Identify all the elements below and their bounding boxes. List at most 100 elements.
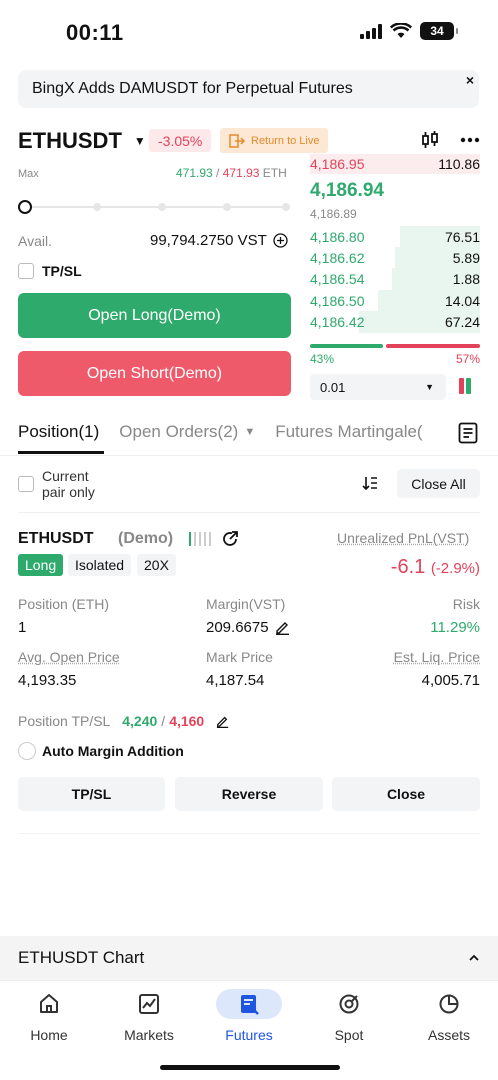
mark-price-label: Mark Price xyxy=(206,649,273,665)
divider xyxy=(18,833,480,834)
nav-assets[interactable]: Assets xyxy=(409,989,489,1043)
position-tabs: Position(1) Open Orders(2) ▼ Futures Mart… xyxy=(18,422,423,442)
edit-icon[interactable] xyxy=(275,620,290,635)
banner-text: BingX Adds DAMUSDT for Perpetual Futures xyxy=(32,80,353,97)
bid-qty: 14.04 xyxy=(444,292,480,309)
divider xyxy=(0,455,498,456)
announcement-banner[interactable]: BingX Adds DAMUSDT for Perpetual Futures xyxy=(18,70,479,108)
avail-label: Avail. xyxy=(18,233,52,249)
current-pair-filter[interactable]: Current pair only xyxy=(18,468,95,500)
chart-title: ETHUSDT Chart xyxy=(18,948,145,967)
open-long-button[interactable]: Open Long(Demo) xyxy=(18,293,291,338)
close-icon[interactable]: × xyxy=(462,72,478,88)
current-pair-label: Current pair only xyxy=(42,468,95,500)
nav-label: Spot xyxy=(334,1027,364,1043)
avail-balance: 99,794.2750 VST xyxy=(150,232,288,249)
risk-label: Risk xyxy=(452,596,480,612)
checkbox-box[interactable] xyxy=(18,263,34,279)
reverse-button[interactable]: Reverse xyxy=(175,777,323,811)
unrealized-pnl-label[interactable]: Unrealized PnL(VST) xyxy=(337,530,469,546)
pair-selector[interactable]: ETHUSDT ▼ xyxy=(18,128,146,154)
liq-price-label[interactable]: Est. Liq. Price xyxy=(360,649,480,665)
demo-label: (Demo) xyxy=(118,530,174,547)
amount-slider[interactable] xyxy=(18,200,290,214)
slider-step[interactable] xyxy=(282,203,290,211)
open-short-button[interactable]: Open Short(Demo) xyxy=(18,351,291,396)
spot-icon xyxy=(316,989,382,1019)
book-layout-icon[interactable] xyxy=(459,378,471,394)
nav-label: Futures xyxy=(225,1027,273,1043)
adl-indicator-icon xyxy=(189,532,211,546)
candlestick-chart-icon[interactable] xyxy=(420,130,440,150)
position-tpsl[interactable]: Position TP/SL 4,240 / 4,160 xyxy=(18,713,229,729)
return-to-live-label: Return to Live xyxy=(251,134,320,147)
ask-qty: 110.86 xyxy=(438,156,480,172)
stop-loss: 4,160 xyxy=(169,713,205,729)
nav-futures[interactable]: Futures xyxy=(209,989,289,1043)
caret-down-icon: ▼ xyxy=(425,382,434,392)
close-all-button[interactable]: Close All xyxy=(397,469,480,498)
position-size: 1 xyxy=(18,619,27,636)
bid-row[interactable]: 4,186.42 67.24 xyxy=(310,310,480,333)
mark-price-value: 4,187.54 xyxy=(206,672,265,689)
add-circle-icon[interactable] xyxy=(273,233,288,248)
margin-value: 209.6675 xyxy=(206,619,269,636)
avail-value: 99,794.2750 VST xyxy=(150,232,267,249)
checkbox-box[interactable] xyxy=(18,476,34,492)
more-icon[interactable] xyxy=(460,137,480,143)
tab-open-orders[interactable]: Open Orders(2) ▼ xyxy=(119,422,255,442)
home-icon xyxy=(16,989,82,1019)
active-tab-underline xyxy=(18,451,104,454)
bid-price: 4,186.80 xyxy=(310,229,365,245)
precision-select[interactable]: 0.01 ▼ xyxy=(310,374,446,400)
slider-step[interactable] xyxy=(223,203,231,211)
divider xyxy=(18,512,480,513)
buy-percent: 43% xyxy=(310,352,335,366)
nav-home[interactable]: Home xyxy=(9,989,89,1043)
share-icon[interactable] xyxy=(221,530,239,553)
auto-margin-toggle[interactable]: Auto Margin Addition xyxy=(18,742,184,760)
bid-row[interactable]: 4,186.54 1.88 xyxy=(310,268,480,291)
tab-label: Open Orders(2) xyxy=(119,422,239,441)
slider-knob[interactable] xyxy=(18,200,32,214)
margin-mode-tag[interactable]: Isolated xyxy=(68,554,132,576)
slider-step[interactable] xyxy=(93,203,101,211)
document-icon[interactable] xyxy=(458,422,478,449)
tpsl-label: TP/SL xyxy=(42,263,82,279)
tab-futures-martingale[interactable]: Futures Martingale( xyxy=(275,422,422,442)
close-position-button[interactable]: Close xyxy=(332,777,480,811)
bid-qty: 67.24 xyxy=(444,313,480,330)
precision-value: 0.01 xyxy=(320,379,346,395)
tab-position[interactable]: Position(1) xyxy=(18,422,99,442)
return-to-live-button[interactable]: Return to Live xyxy=(220,128,329,153)
exit-icon xyxy=(229,133,245,148)
markets-icon xyxy=(116,989,182,1019)
wifi-icon xyxy=(390,23,412,38)
sort-icon[interactable] xyxy=(362,476,378,495)
radio-button[interactable] xyxy=(18,742,36,760)
max-label: Max xyxy=(18,168,39,180)
tpsl-checkbox[interactable]: TP/SL xyxy=(18,263,82,279)
bid-row[interactable]: 4,186.50 14.04 xyxy=(310,289,480,312)
buy-ratio-fill xyxy=(310,344,384,348)
nav-spot[interactable]: Spot xyxy=(309,989,389,1043)
edit-icon[interactable] xyxy=(216,715,229,728)
chevron-up-icon[interactable] xyxy=(468,954,480,962)
ask-row[interactable]: 4,186.95 110.86 xyxy=(310,153,480,175)
leverage-tag[interactable]: 20X xyxy=(137,554,176,576)
bid-row[interactable]: 4,186.62 5.89 xyxy=(310,247,480,270)
margin-value-row[interactable]: 209.6675 xyxy=(206,619,290,636)
max-separator: / xyxy=(212,166,223,180)
nav-markets[interactable]: Markets xyxy=(109,989,189,1043)
bid-row[interactable]: 4,186.80 76.51 xyxy=(310,226,480,248)
assets-pie-icon xyxy=(416,989,482,1019)
mark-price: 4,186.89 xyxy=(310,207,357,221)
risk-value: 11.29% xyxy=(430,619,480,636)
last-price[interactable]: 4,186.94 xyxy=(310,180,384,202)
futures-icon xyxy=(216,989,282,1019)
slider-step[interactable] xyxy=(158,203,166,211)
home-indicator xyxy=(160,1065,340,1070)
chart-toggle-bar[interactable]: ETHUSDT Chart xyxy=(0,936,498,980)
avg-open-price-label[interactable]: Avg. Open Price xyxy=(18,649,120,665)
tpsl-button[interactable]: TP/SL xyxy=(18,777,165,811)
